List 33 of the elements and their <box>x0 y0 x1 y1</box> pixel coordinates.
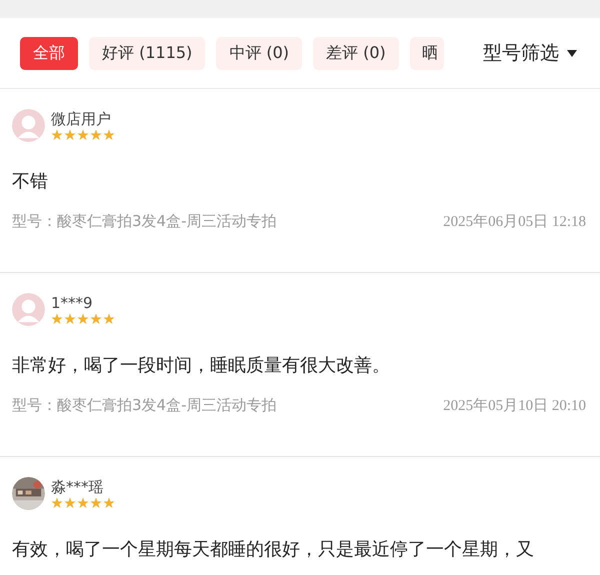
review-text: 不错 <box>12 170 49 194</box>
star-icon <box>103 313 115 325</box>
model-label: 型号：酸枣仁膏拍3发4盒-周三活动专拍 <box>12 396 276 415</box>
star-icon <box>64 497 76 509</box>
star-icon <box>51 129 63 141</box>
review-date: 2025年05月10日 20:10 <box>443 397 586 415</box>
review-text: 有效，喝了一个星期每天都睡的很好，只是最近停了一个星期，又 <box>12 538 535 562</box>
star-icon <box>90 313 102 325</box>
star-icon <box>103 129 115 141</box>
user-name: 淼***瑶 <box>51 478 104 496</box>
model-label: 型号：酸枣仁膏拍3发4盒-周三活动专拍 <box>12 212 276 231</box>
star-icon <box>77 129 89 141</box>
filter-tab[interactable]: 晒 <box>410 36 444 70</box>
star-icon <box>77 497 89 509</box>
filter-tab[interactable]: 差评 (0) <box>313 36 399 70</box>
review-date: 2025年06月05日 12:18 <box>443 213 586 231</box>
star-icon <box>103 497 115 509</box>
filter-tab[interactable]: 好评 (1115) <box>89 36 206 70</box>
star-icon <box>90 497 102 509</box>
filter-tab[interactable]: 中评 (0) <box>216 36 302 70</box>
review-text: 非常好，喝了一段时间，睡眠质量有很大改善。 <box>12 354 391 378</box>
filter-tab[interactable]: 全部 <box>20 36 78 70</box>
star-icon <box>64 129 76 141</box>
avatar-icon <box>12 109 45 142</box>
user-name: 1***9 <box>51 294 94 312</box>
star-icon <box>90 129 102 141</box>
caret-icon <box>567 50 577 56</box>
star-icon <box>51 313 63 325</box>
user-name: 微店用户 <box>51 110 112 128</box>
star-icon <box>77 313 89 325</box>
star-icon <box>51 497 63 509</box>
star-icon <box>64 313 76 325</box>
avatar-icon <box>12 293 45 326</box>
